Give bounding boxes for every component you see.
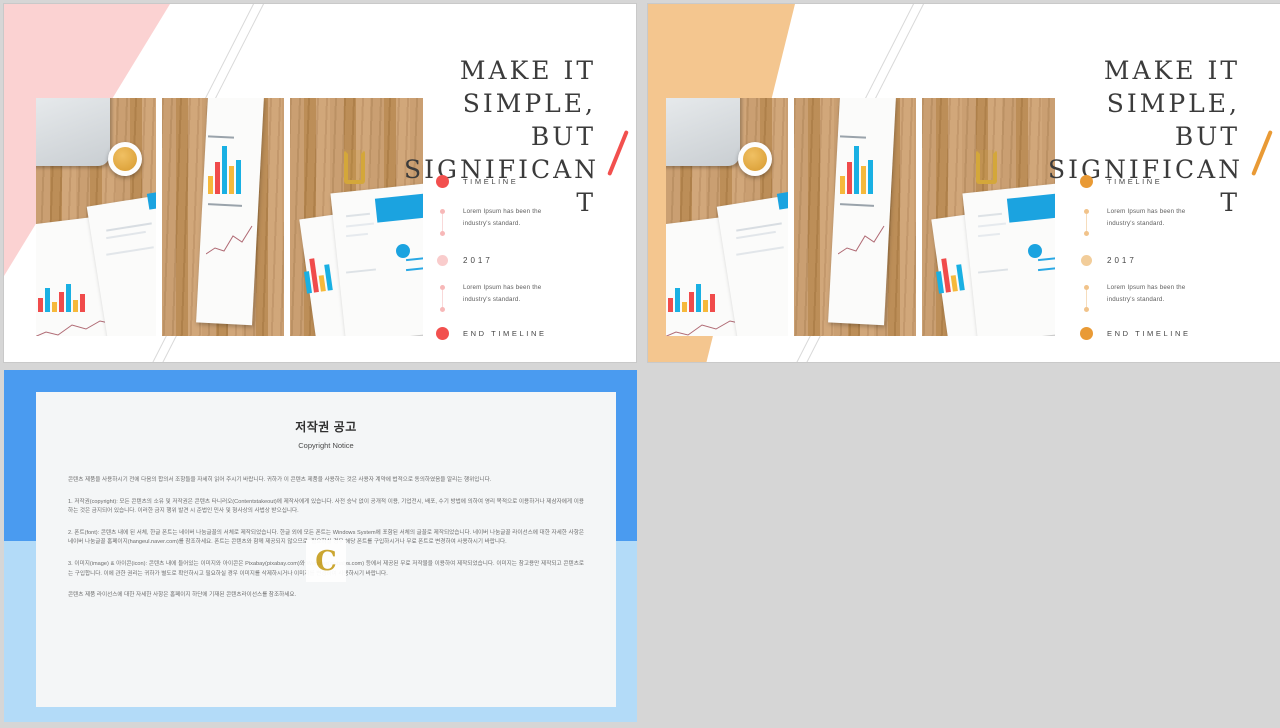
timeline-dot-end-icon <box>436 326 449 340</box>
photo-desk-report <box>162 98 284 336</box>
timeline-dot-small-icon <box>1084 231 1089 236</box>
timeline-end-label: END TIMELINE <box>1107 328 1191 338</box>
timeline-end-row: END TIMELINE <box>1080 326 1258 340</box>
timeline-start-row: TIMELINE <box>1080 174 1258 188</box>
timeline-body-line: industry's standard. <box>463 295 521 303</box>
doc-paragraph: 콘텐츠 제품을 사용하시기 전에 다음의 합의서 조항들을 자세히 읽어 주시기… <box>68 477 492 483</box>
timeline-body-line: Lorem Ipsum has been the <box>1107 208 1186 215</box>
timeline-dot-small-icon <box>440 307 445 312</box>
photo-desk-report <box>794 98 916 336</box>
accent-slash <box>1251 129 1273 177</box>
timeline-connector <box>1086 290 1087 308</box>
photo-desk-laptop-coffee <box>666 98 788 336</box>
slide-thumbnail-2[interactable]: MAKE IT SIMPLE, BUT SIGNIFICAN T TIMELIN… <box>648 4 1280 362</box>
timeline-end-label: END TIMELINE <box>463 328 547 338</box>
timeline-connector <box>1086 214 1087 232</box>
presentation-canvas: MAKE IT SIMPLE, BUT SIGNIFICAN T TIMELIN… <box>0 0 1280 728</box>
timeline-dot-year-icon <box>437 254 448 266</box>
photo-desk-resume <box>922 98 1055 336</box>
timeline-dot-start-icon <box>1080 174 1093 188</box>
timeline-start-label: TIMELINE <box>1107 176 1163 186</box>
headline-line: MAKE IT <box>459 56 596 85</box>
timeline-start-row: TIMELINE <box>436 174 614 188</box>
photo-strip <box>36 98 423 336</box>
photo-desk-laptop-coffee <box>36 98 156 336</box>
contents-logo-watermark: C <box>306 540 346 582</box>
timeline-body-line: Lorem Ipsum has been the <box>463 284 542 291</box>
timeline-end-row: END TIMELINE <box>436 326 614 340</box>
headline-line: BUT <box>1174 122 1240 151</box>
timeline-entry-row: Lorem Ipsum has been the industry's stan… <box>1080 206 1258 246</box>
doc-paragraph: 콘텐츠 제품 라이선스에 대한 자세한 사항은 홈페이지 하단에 기재된 콘텐츠… <box>68 592 297 599</box>
slide-thumbnail-1[interactable]: MAKE IT SIMPLE, BUT SIGNIFICAN T TIMELIN… <box>4 4 636 362</box>
timeline-dot-small-icon <box>1084 307 1089 312</box>
headline-line: SIMPLE, <box>462 89 596 118</box>
timeline-connector <box>442 290 443 308</box>
photo-strip <box>666 98 1055 336</box>
timeline-body-line: Lorem Ipsum has been the <box>1107 284 1186 291</box>
timeline-dot-year-icon <box>1081 254 1092 266</box>
timeline-body-line: industry's standard. <box>463 219 521 227</box>
timeline-year-label: 2017 <box>463 255 493 265</box>
timeline-entry-row: Lorem Ipsum has been the industry's stan… <box>1080 282 1258 322</box>
timeline-entry-row: Lorem Ipsum has been the industry's stan… <box>436 282 614 322</box>
doc-paragraph: 1. 저작권(copyright): 모든 콘텐츠의 소유 및 저작권은 콘텐츠… <box>68 498 584 515</box>
timeline-entry-row: Lorem Ipsum has been the industry's stan… <box>436 206 614 246</box>
timeline-group: TIMELINE Lorem Ipsum has been the indust… <box>436 174 614 340</box>
timeline-body-line: Lorem Ipsum has been the <box>463 208 542 215</box>
doc-title-korean: 저작권 공고 <box>295 420 357 434</box>
timeline-year-row: 2017 <box>436 254 614 266</box>
doc-title-english: Copyright Notice <box>298 441 354 450</box>
timeline-connector <box>442 214 443 232</box>
headline-line: BUT <box>530 122 596 151</box>
timeline-body-line: industry's standard. <box>1107 219 1165 227</box>
timeline-year-label: 2017 <box>1107 255 1137 265</box>
headline-line: MAKE IT <box>1103 56 1240 85</box>
copyright-notice-slide[interactable]: 저작권 공고 Copyright Notice 콘텐츠 제품을 사용하시기 전에… <box>4 370 637 722</box>
timeline-body-line: industry's standard. <box>1107 295 1165 303</box>
headline-line: SIMPLE, <box>1106 89 1240 118</box>
timeline-start-label: TIMELINE <box>463 176 519 186</box>
timeline-dot-small-icon <box>440 231 445 236</box>
timeline-dot-start-icon <box>436 174 449 188</box>
doc-page: 저작권 공고 Copyright Notice 콘텐츠 제품을 사용하시기 전에… <box>36 392 616 707</box>
timeline-group: TIMELINE Lorem Ipsum has been the indust… <box>1080 174 1258 340</box>
timeline-year-row: 2017 <box>1080 254 1258 266</box>
timeline-dot-end-icon <box>1080 326 1093 340</box>
accent-slash <box>607 129 629 177</box>
